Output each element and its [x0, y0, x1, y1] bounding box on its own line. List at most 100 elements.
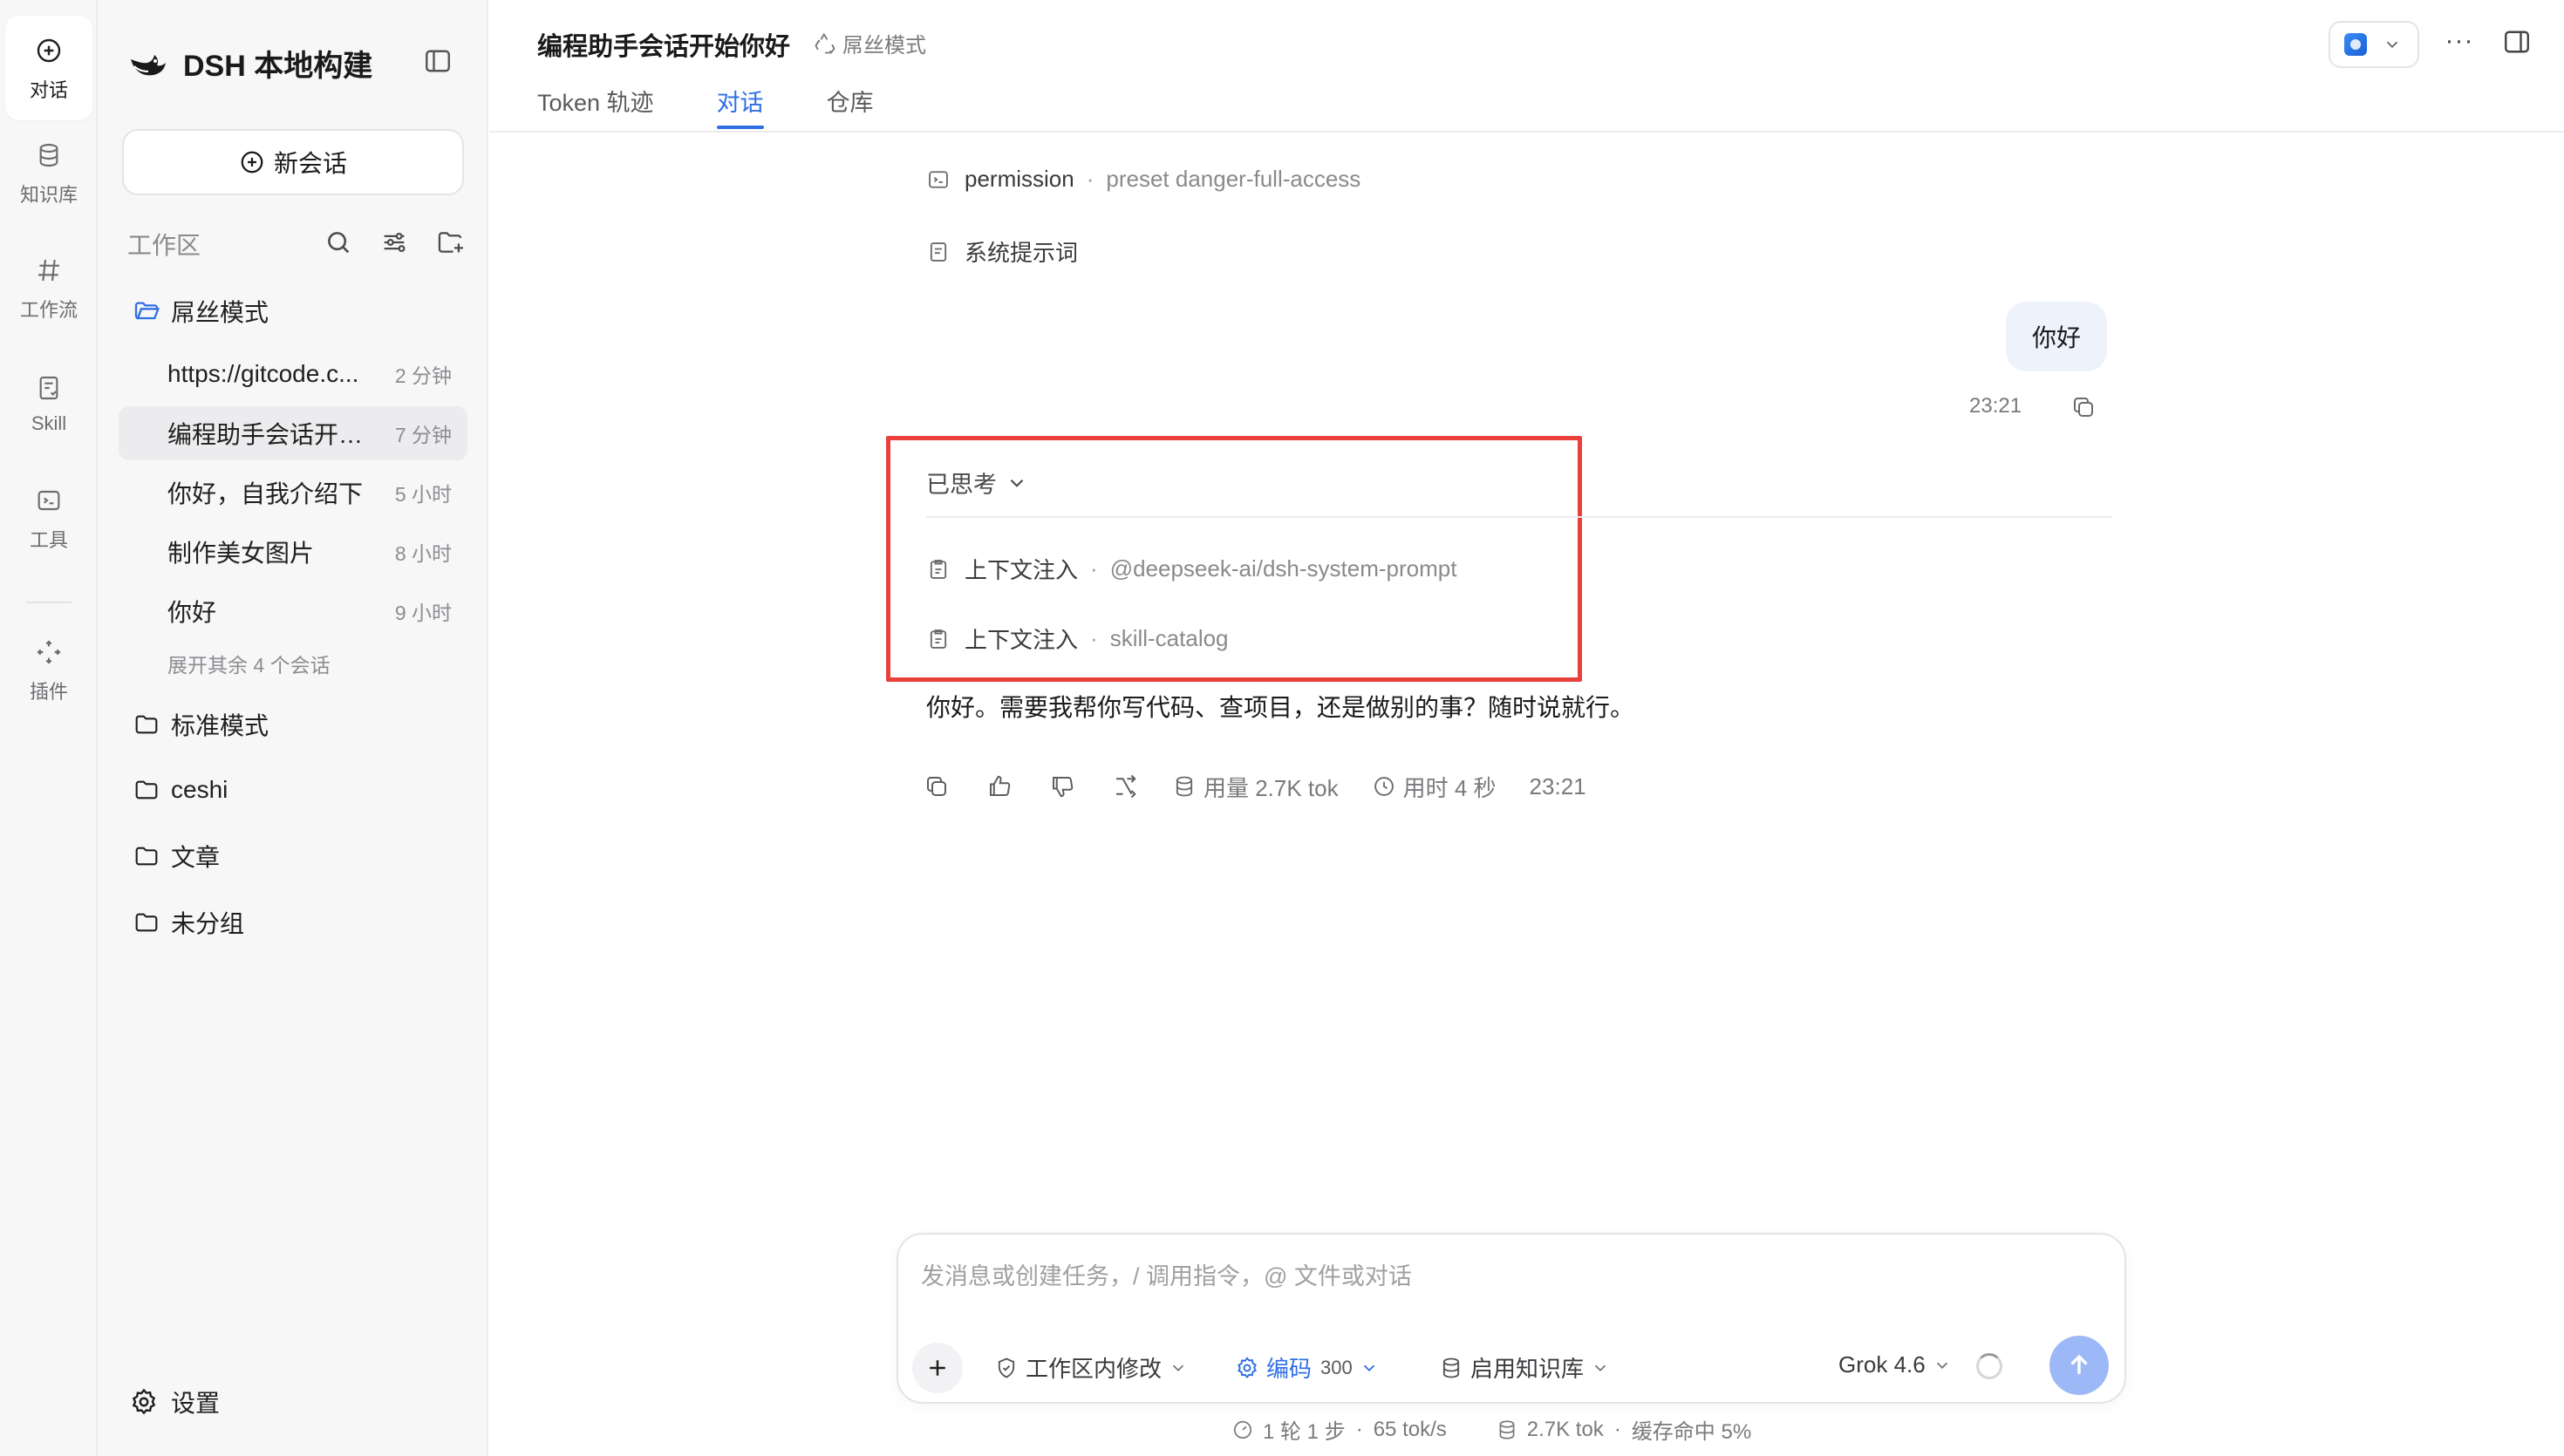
system-prompt-line[interactable]: 系统提示词 — [926, 235, 1078, 268]
sidebar-panel-icon — [426, 50, 450, 72]
add-attachment-button[interactable] — [912, 1343, 963, 1393]
workspace-edit-dropdown[interactable]: 工作区内修改 — [994, 1351, 1188, 1384]
rail-item-workflow[interactable]: 工作流 — [5, 235, 92, 340]
conversation-item[interactable]: https://gitcode.c... 2 分钟 — [119, 347, 467, 401]
rail-item-plugins[interactable]: 插件 — [5, 617, 92, 722]
separator-dot: · — [1086, 166, 1094, 192]
like-button[interactable] — [984, 771, 1015, 802]
workspace-header: 工作区 — [127, 225, 467, 263]
side-panel-icon — [2505, 31, 2529, 53]
copy-button[interactable] — [2070, 394, 2100, 424]
rail-item-tools[interactable]: 工具 — [5, 466, 92, 570]
message-input[interactable] — [921, 1257, 2090, 1296]
folder-item[interactable]: ceshi — [133, 768, 228, 812]
dislike-button[interactable] — [1047, 771, 1078, 802]
skill-icon — [31, 371, 66, 405]
move-icon — [31, 635, 66, 670]
send-button[interactable] — [2049, 1336, 2109, 1395]
reply-time: 23:21 — [1529, 772, 1586, 799]
context-injection-line[interactable]: 上下文注入 · skill-catalog — [926, 623, 1229, 655]
separator-dot: · — [1090, 625, 1098, 651]
folder-plus-icon — [438, 232, 463, 253]
thumbs-up-icon — [990, 775, 1011, 796]
rail-divider — [26, 602, 72, 603]
expand-more-link[interactable]: 展开其余 4 个会话 — [167, 649, 331, 678]
coding-mode-label: 编码 — [1266, 1356, 1313, 1382]
app-root: 对话 知识库 工作流 Skill 工具 插件 DSH 本地构建 新会话 工作区 … — [0, 0, 2564, 1456]
search-icon — [328, 232, 350, 254]
main-panel: 编程助手会话开始你好 屌丝模式 Token 轨迹 对话 仓库 ··· permi — [490, 0, 2564, 1456]
mode-tag[interactable]: 屌丝模式 — [813, 28, 926, 58]
search-button[interactable] — [321, 225, 356, 260]
copy-icon — [2074, 398, 2093, 417]
tab-token-trace[interactable]: Token 轨迹 — [537, 84, 654, 131]
context-injection-value: @deepseek-ai/dsh-system-prompt — [1109, 555, 1457, 582]
more-options-button[interactable]: ··· — [2440, 26, 2479, 61]
separator-dot: · — [1355, 1417, 1363, 1441]
database-icon — [1176, 776, 1193, 797]
duration-stat: 用时 4 秒 — [1372, 771, 1497, 803]
database-icon — [1442, 1357, 1460, 1378]
chevron-down-icon — [1010, 479, 1024, 487]
folder-item[interactable]: 屌丝模式 — [133, 289, 269, 333]
tab-bar: Token 轨迹 对话 仓库 — [537, 84, 937, 131]
tab-chat[interactable]: 对话 — [716, 84, 764, 131]
conversation-title: https://gitcode.c... — [167, 360, 359, 387]
settings-button[interactable]: 设置 — [129, 1385, 220, 1419]
sidebar-toggle-button[interactable] — [422, 45, 457, 80]
right-panel-toggle[interactable] — [2501, 26, 2536, 61]
model-dropdown[interactable]: Grok 4.6 — [1838, 1351, 1952, 1378]
document-icon — [930, 242, 947, 262]
filter-button[interactable] — [377, 225, 412, 260]
plus-circle-icon — [241, 151, 263, 173]
copy-button[interactable] — [921, 771, 952, 802]
token-stat: 2.7K tok · 缓存命中 5% — [1496, 1414, 1751, 1445]
new-chat-label: 新会话 — [273, 150, 347, 177]
new-chat-button[interactable]: 新会话 — [122, 129, 464, 195]
arrow-up-icon — [2070, 1354, 2088, 1374]
conversation-item[interactable]: 制作美女图片 8 小时 — [119, 525, 467, 579]
permission-label: permission — [965, 166, 1074, 192]
folder-icon — [135, 913, 158, 932]
assistant-reply: 你好。需要我帮你写代码、查项目，还是做别的事？随时说就行。 — [926, 694, 1635, 721]
knowledge-base-label: 启用知识库 — [1470, 1356, 1585, 1382]
thumbs-down-icon — [1053, 777, 1074, 798]
thought-toggle[interactable]: 已思考 — [926, 466, 1028, 500]
recycle-icon — [815, 32, 835, 53]
branch-icon — [1116, 774, 1136, 799]
rail-item-label: 知识库 — [19, 184, 78, 206]
database-icon — [1499, 1419, 1515, 1439]
speed-stat: 1 轮 1 步 · 65 tok/s — [1231, 1414, 1447, 1445]
folder-name: 文章 — [171, 844, 221, 871]
folder-icon — [135, 847, 158, 866]
permission-line: permission · preset danger-full-access — [926, 166, 1360, 193]
conversation-item-active[interactable]: 编程助手会话开始... 7 分钟 — [119, 406, 467, 460]
settings-label: 设置 — [171, 1390, 221, 1417]
rail-item-knowledge[interactable]: 知识库 — [5, 120, 92, 225]
chevron-down-icon — [1363, 1364, 1374, 1371]
folder-item[interactable]: 文章 — [133, 834, 220, 878]
tab-repo[interactable]: 仓库 — [827, 84, 874, 131]
rail-item-label: 工作流 — [19, 299, 78, 321]
context-injection-line[interactable]: 上下文注入 · @deepseek-ai/dsh-system-prompt — [926, 553, 1456, 585]
loading-spinner-icon — [1976, 1353, 2002, 1379]
folder-item[interactable]: 未分组 — [133, 901, 244, 944]
model-logo-icon — [2344, 33, 2367, 56]
new-folder-button[interactable] — [433, 225, 467, 260]
branch-button[interactable] — [1109, 771, 1141, 802]
conversation-item[interactable]: 你好 9 小时 — [119, 584, 467, 638]
folder-item[interactable]: 标准模式 — [133, 703, 269, 746]
coding-mode-dropdown[interactable]: 编码 300 — [1235, 1351, 1379, 1384]
model-switcher[interactable] — [2329, 21, 2419, 68]
separator-dot: · — [1090, 555, 1098, 582]
rail-item-chat[interactable]: 对话 — [5, 16, 92, 120]
conversation-item[interactable]: 你好，自我介绍下 5 小时 — [119, 466, 467, 520]
context-injection-label: 上下文注入 — [965, 557, 1079, 583]
knowledge-base-dropdown[interactable]: 启用知识库 — [1439, 1351, 1610, 1384]
rail-item-label: 工具 — [29, 529, 68, 551]
rail-item-skill[interactable]: Skill — [5, 350, 92, 455]
conversation-title: 制作美女图片 — [167, 540, 315, 567]
separator-dot: · — [1613, 1417, 1621, 1441]
folder-open-icon — [134, 302, 160, 320]
mode-tag-label: 屌丝模式 — [842, 34, 926, 58]
